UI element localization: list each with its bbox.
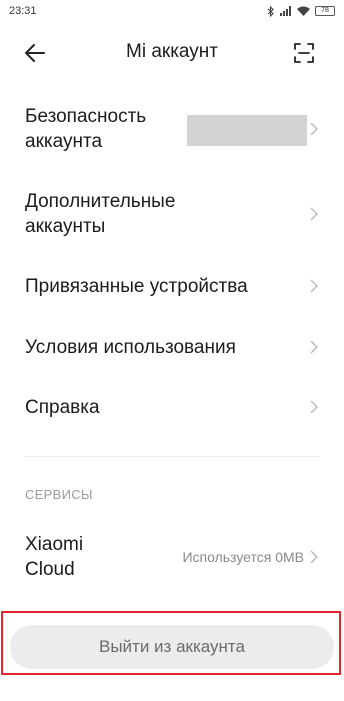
- battery-icon: 78: [315, 6, 335, 16]
- menu-item-label: Привязанные устройства: [25, 276, 248, 297]
- menu-item-help[interactable]: Справка: [0, 395, 344, 423]
- header: Mi аккаунт: [0, 30, 344, 76]
- label-line-1: Дополнительные: [25, 191, 176, 212]
- wifi-icon: [297, 6, 310, 16]
- redacted-value: [187, 115, 307, 146]
- label-line-1: Безопасность: [25, 106, 147, 127]
- chevron-right-icon: [310, 400, 318, 414]
- menu-item-label: Условия использования: [25, 337, 236, 358]
- menu-item-label: Безопасность аккаунта: [25, 104, 146, 154]
- menu-item-label: Дополнительные аккаунты: [25, 189, 175, 239]
- menu-item-linked-devices[interactable]: Привязанные устройства: [0, 274, 344, 302]
- label-line-2: аккаунты: [25, 216, 106, 237]
- label-line-2: аккаунта: [25, 131, 103, 152]
- chevron-right-icon: [310, 122, 318, 136]
- status-icons: 78: [267, 5, 335, 17]
- menu-item-label: Справка: [25, 397, 100, 418]
- label-line-1: Xiaomi: [25, 534, 84, 555]
- signal-icon: [280, 6, 291, 16]
- section-title-services: СЕРВИСЫ: [25, 487, 93, 502]
- status-bar: 23:31 78: [0, 0, 344, 22]
- status-time: 23:31: [9, 5, 37, 17]
- chevron-right-icon: [310, 340, 318, 354]
- battery-level: 78: [321, 7, 329, 14]
- logout-button[interactable]: Выйти из аккаунта: [10, 625, 334, 669]
- cloud-usage-value: Используется 0MB: [182, 549, 304, 565]
- chevron-right-icon: [310, 279, 318, 293]
- chevron-right-icon: [310, 550, 318, 564]
- qr-scan-icon[interactable]: [292, 41, 316, 65]
- chevron-right-icon: [310, 207, 318, 221]
- section-divider: [25, 456, 319, 457]
- menu-item-label: Xiaomi Cloud: [25, 532, 83, 582]
- menu-item-terms-of-use[interactable]: Условия использования: [0, 335, 344, 363]
- label-line-2: Cloud: [25, 559, 75, 580]
- menu-item-additional-accounts[interactable]: Дополнительные аккаунты: [0, 189, 344, 247]
- bluetooth-icon: [267, 5, 274, 17]
